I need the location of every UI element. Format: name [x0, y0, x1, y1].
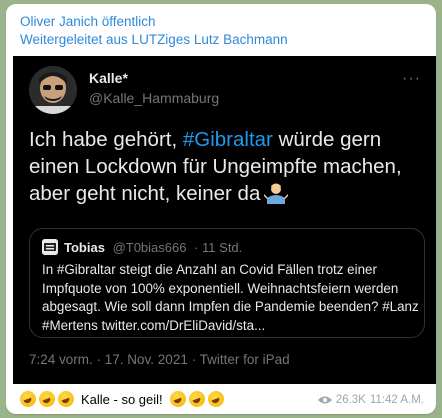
tweet-text: Ich habe gehört, #Gibraltar würde gern e…	[29, 126, 429, 211]
view-count: 26.3K	[335, 394, 366, 406]
author-handle: @Kalle_Hammaburg	[89, 90, 220, 106]
tweet-screenshot[interactable]: Kalle* @Kalle_Hammaburg ··· Ich habe geh…	[13, 56, 436, 384]
quoted-avatar-icon	[42, 239, 58, 255]
quoted-tweet-header: Tobias @T0bias666 · 11 Std.	[42, 239, 242, 255]
shrug-emoji-icon	[264, 182, 289, 211]
rofl-emoji-icon	[39, 391, 55, 407]
more-icon: ···	[402, 70, 421, 87]
message-bubble: Oliver Janich öffentlich Weitergeleitet …	[6, 4, 436, 414]
hashtag-link: #Gibraltar	[182, 128, 273, 151]
author-avatar	[29, 66, 77, 114]
tweet-text-start: Ich habe gehört,	[29, 128, 183, 151]
message-meta: 26.3K 11:42 A.M.	[317, 394, 424, 406]
tweet-footer: 7:24 vorm. · 17. Nov. 2021 · Twitter for…	[29, 352, 290, 367]
caption-text: Kalle - so geil!	[81, 391, 163, 407]
quoted-tweet-time: · 11 Std.	[194, 240, 243, 255]
rofl-emoji-icon	[207, 391, 224, 407]
quoted-tweet[interactable]: Tobias @T0bias666 · 11 Std. In #Gibralta…	[29, 228, 425, 338]
rofl-emoji-icon	[20, 391, 36, 407]
rofl-emoji-icon	[169, 391, 186, 407]
quoted-tweet-text: In #Gibraltar steigt die Anzahl an Covid…	[42, 262, 419, 333]
channel-name[interactable]: Oliver Janich öffentlich	[20, 14, 156, 29]
quoted-author-handle: @T0bias666	[112, 240, 187, 255]
quoted-author-name: Tobias	[64, 240, 105, 255]
rofl-emoji-icon	[58, 391, 74, 407]
eye-icon	[317, 395, 332, 405]
rofl-emoji-icon	[188, 391, 205, 407]
message-caption: Kalle - so geil!	[20, 391, 224, 407]
author-name: Kalle*	[89, 70, 128, 86]
forwarded-from-label[interactable]: Weitergeleitet aus LUTZiges Lutz Bachman…	[20, 32, 288, 47]
message-time: 11:42 A.M.	[369, 394, 424, 406]
